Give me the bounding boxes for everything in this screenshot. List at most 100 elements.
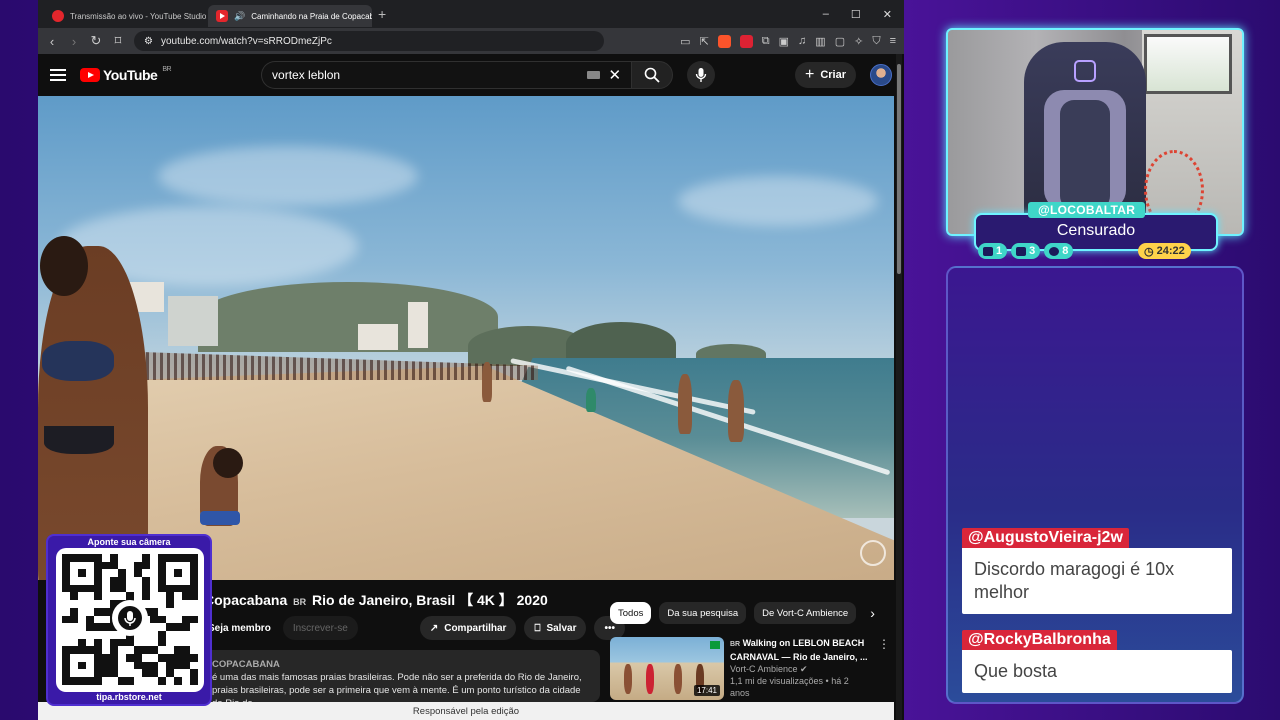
tab-copacabana[interactable]: 🔊 Caminhando na Praia de Copacabana ✕	[208, 5, 372, 27]
qr-module	[78, 554, 86, 562]
bookmark-icon[interactable]: ⌑	[112, 33, 124, 49]
qr-module	[150, 646, 158, 654]
back-icon[interactable]: ‹	[46, 34, 58, 49]
new-tab-button[interactable]: +	[378, 6, 386, 22]
share-icon: ↗	[429, 622, 439, 634]
qr-module	[150, 615, 158, 624]
save-button[interactable]: ⎕ Salvar	[524, 616, 587, 640]
twitch-counter: 1	[978, 243, 1008, 259]
chip-from-search[interactable]: Da sua pesquisa	[659, 602, 747, 624]
qr-module	[150, 569, 158, 577]
more-vertical-icon[interactable]: ⋮	[878, 637, 890, 700]
qr-module	[134, 592, 142, 600]
qr-module	[70, 646, 78, 654]
channel-watermark-icon[interactable]	[860, 540, 886, 566]
wallet-icon[interactable]: ▢	[835, 35, 845, 48]
qr-module	[158, 600, 166, 608]
reload-icon[interactable]: ↻	[90, 33, 102, 49]
description-line: praias brasileiras, pode ser a primeira …	[212, 685, 581, 702]
qr-module	[134, 561, 142, 570]
qr-module	[174, 653, 182, 662]
qr-module	[110, 561, 118, 570]
qr-module	[166, 562, 174, 570]
qr-module	[166, 653, 174, 662]
chip-all[interactable]: Todos	[610, 602, 652, 624]
qr-module	[166, 646, 174, 654]
qr-module	[150, 592, 158, 600]
create-button[interactable]: + Criar	[794, 62, 856, 88]
qr-module	[118, 569, 126, 578]
tab-youtube-studio[interactable]: Transmissão ao vivo - YouTube Studio	[44, 5, 208, 27]
youtube-play-icon	[80, 68, 100, 82]
sidebar-icon[interactable]: ▥	[815, 35, 825, 48]
qr-module	[190, 623, 198, 631]
qr-module	[86, 554, 94, 562]
address-bar: ‹ › ↻ ⌑ ⚙ youtube.com/watch?v=sRRODmeZjP…	[38, 28, 904, 54]
channel-name: Vort-C Ambience	[730, 664, 798, 674]
keyboard-icon[interactable]	[587, 71, 601, 79]
chip-from-channel[interactable]: De Vort-C Ambience	[754, 602, 857, 624]
url-field[interactable]: ⚙ youtube.com/watch?v=sRRODmeZjPc	[134, 31, 604, 51]
ai-icon[interactable]: ✧	[854, 35, 863, 48]
extensions-icon[interactable]: ⧉	[762, 35, 770, 48]
qr-module	[174, 608, 182, 616]
qr-module	[182, 600, 190, 608]
qr-code	[56, 548, 204, 692]
speaker-icon[interactable]: 🔊	[234, 11, 245, 22]
title-tag: BR	[293, 597, 307, 607]
recommendation-title[interactable]: BR Walking on LEBLON BEACH CARNAVAL — Ri…	[730, 637, 868, 663]
page-scrollbar[interactable]	[896, 54, 902, 720]
search-input[interactable]: vortex leblon ✕	[261, 61, 632, 89]
logo-text: YouTube	[103, 67, 158, 83]
qr-module	[78, 638, 86, 647]
close-window-button[interactable]: ✕	[883, 8, 892, 21]
recommendation-channel[interactable]: Vort-C Ambience ✔	[730, 663, 868, 675]
scrollbar-thumb[interactable]	[897, 64, 901, 274]
qr-module	[118, 554, 126, 562]
qr-module	[158, 669, 166, 677]
qr-module	[70, 615, 78, 624]
menu-icon[interactable]: ≡	[890, 35, 896, 47]
youtube-logo[interactable]: YouTube BR	[80, 66, 172, 83]
cast-icon[interactable]: ▭	[680, 35, 690, 48]
site-info-icon[interactable]: ⚙	[144, 36, 153, 47]
share-icon[interactable]: ⇱	[700, 35, 709, 48]
qr-module	[102, 639, 110, 647]
share-button[interactable]: ↗ Compartilhar	[419, 616, 517, 640]
qr-module	[166, 616, 174, 624]
recommended-video[interactable]: 17:41 BR Walking on LEBLON BEACH CARNAVA…	[610, 637, 890, 700]
maximize-button[interactable]: ☐	[851, 8, 861, 21]
hamburger-menu-icon[interactable]	[50, 69, 66, 81]
search-button[interactable]	[631, 61, 674, 89]
qr-module	[110, 677, 118, 685]
qr-module	[102, 561, 110, 570]
qr-module	[166, 584, 174, 593]
video-player[interactable]	[38, 96, 894, 580]
music-icon[interactable]: ♫	[798, 35, 806, 47]
microphone-icon	[695, 68, 707, 82]
qr-module	[182, 608, 190, 616]
clear-search-icon[interactable]: ✕	[608, 66, 621, 84]
brave-shield-icon[interactable]	[717, 34, 731, 48]
window-controls: – ☐ ✕	[823, 8, 904, 21]
forward-icon[interactable]: ›	[68, 34, 80, 49]
qr-module	[174, 569, 182, 578]
qr-module	[118, 669, 126, 677]
video-thumbnail[interactable]: 17:41	[610, 637, 724, 700]
video-duration: 17:41	[693, 685, 720, 696]
avatar[interactable]	[870, 64, 892, 86]
video-description[interactable]: COPACABANA é uma das mais famosas praias…	[204, 650, 600, 702]
vpn-icon[interactable]: ⛉	[872, 35, 880, 48]
brave-rewards-icon[interactable]	[739, 34, 753, 48]
qr-module	[62, 623, 70, 631]
screenshot-icon[interactable]: ▣	[779, 35, 789, 48]
chevron-right-icon[interactable]: ›	[870, 605, 875, 621]
subscribe-button[interactable]: Inscrever-se	[282, 616, 358, 640]
qr-module	[94, 646, 102, 654]
voice-search-button[interactable]	[687, 61, 716, 89]
qr-module	[78, 623, 86, 631]
join-button[interactable]: Seja membro	[204, 616, 275, 640]
minimize-button[interactable]: –	[823, 8, 829, 21]
qr-module	[190, 569, 198, 578]
woman-hair	[40, 236, 88, 296]
